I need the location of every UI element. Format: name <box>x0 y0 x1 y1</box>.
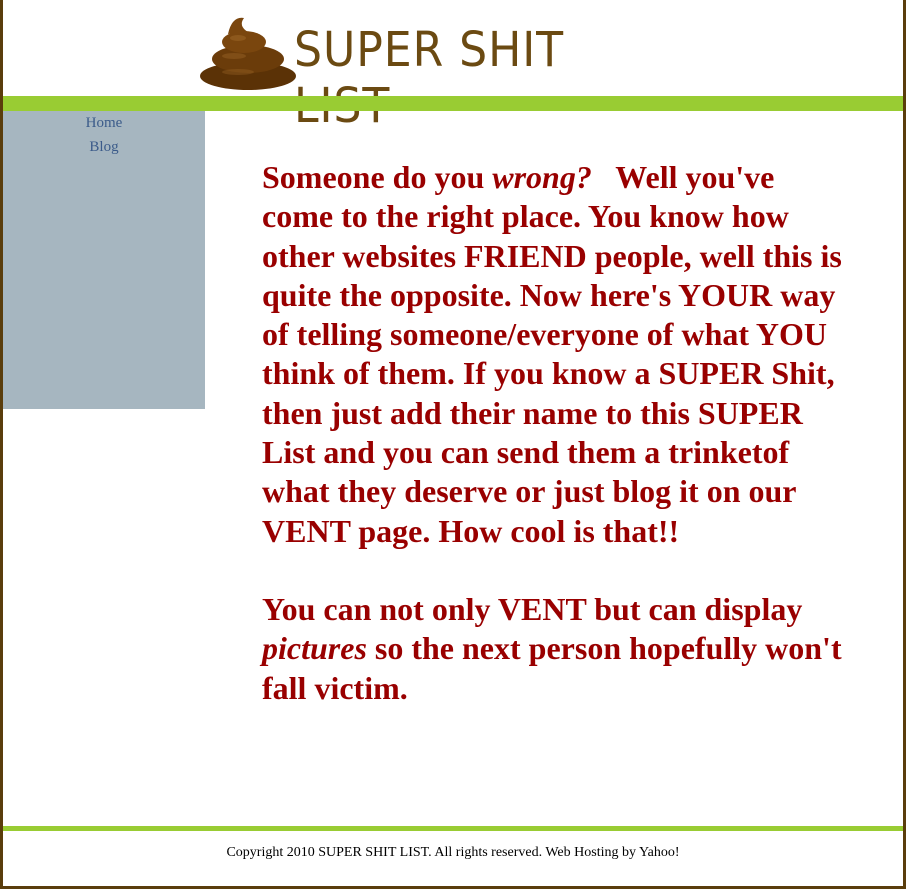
intro-paragraph: Someone do you wrong? Well you've come t… <box>262 159 850 549</box>
page: SUPER SHIT LIST Home Blog Someone do you… <box>3 0 903 886</box>
main-content: Someone do you wrong? Well you've come t… <box>262 158 852 708</box>
footer-copyright: Copyright 2010 SUPER SHIT LIST. All righ… <box>226 845 680 860</box>
nav-link-home[interactable]: Home <box>3 111 205 135</box>
header-divider <box>3 96 903 111</box>
header: SUPER SHIT LIST <box>3 0 903 134</box>
nav-link-blog[interactable]: Blog <box>3 135 205 159</box>
sidebar-nav: Home Blog <box>3 111 205 409</box>
pictures-paragraph: You can not only VENT but can display pi… <box>262 590 842 706</box>
logo-text: SUPER SHIT LIST <box>294 22 565 134</box>
footer-divider <box>3 826 903 831</box>
site-logo[interactable]: SUPER SHIT LIST <box>198 14 708 134</box>
poop-icon <box>200 17 296 90</box>
